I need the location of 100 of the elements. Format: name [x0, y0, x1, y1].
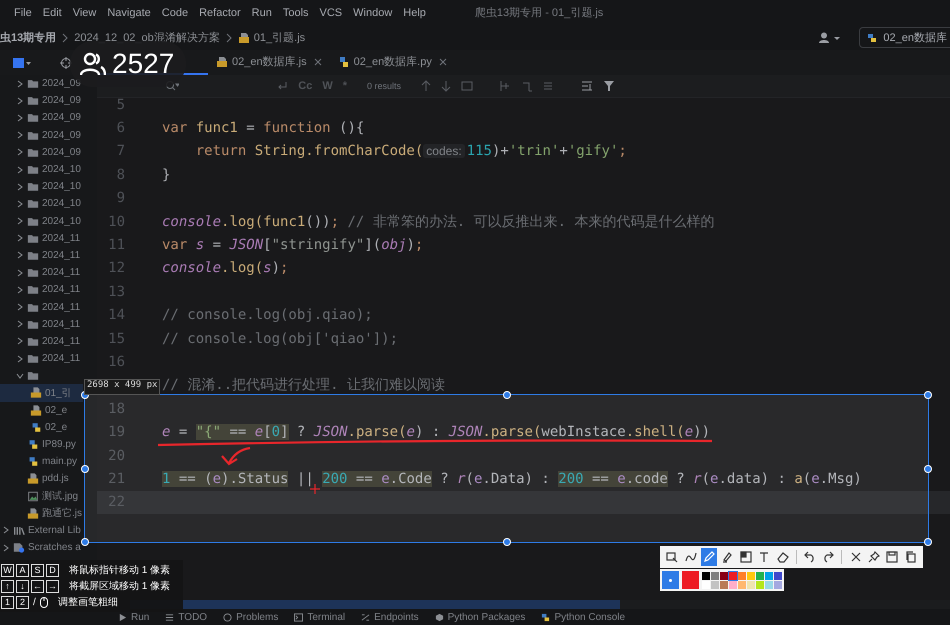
color-swatch[interactable] [747, 580, 755, 588]
color-swatch[interactable] [702, 572, 710, 580]
menu-item[interactable]: Window [353, 6, 392, 18]
chevron-icon[interactable] [16, 166, 24, 174]
tree-item[interactable]: 2024_11 [0, 264, 83, 282]
multiline-icon[interactable] [543, 80, 555, 92]
tree-item[interactable]: 跑通它.js [0, 504, 83, 522]
color-swatch[interactable] [738, 580, 746, 588]
chevron-icon[interactable] [16, 182, 24, 191]
tree-item[interactable]: External Lib [0, 522, 83, 540]
menu-item[interactable]: Run [252, 6, 272, 18]
chevron-icon[interactable] [16, 268, 24, 277]
menu-item[interactable]: View [72, 6, 96, 18]
chevron-icon[interactable] [2, 526, 10, 534]
menu-item[interactable]: Tools [282, 6, 309, 18]
menu-item[interactable]: Edit [42, 6, 62, 18]
color-swatch[interactable] [774, 580, 782, 588]
tree-item[interactable]: main.py [0, 453, 83, 470]
tool-window-button[interactable]: Problems [223, 612, 278, 622]
tool-window-button[interactable]: TODO [165, 612, 208, 622]
arrow-down-icon[interactable] [441, 80, 451, 92]
target-icon[interactable] [60, 56, 72, 68]
chevron-icon[interactable] [16, 131, 24, 140]
tree-item[interactable]: 2024_11 [0, 350, 83, 368]
tree-item[interactable]: 2024_11 [0, 246, 83, 264]
tool-window-button[interactable]: Python Packages [434, 612, 526, 622]
tool-window-button[interactable]: Python Console [541, 612, 626, 622]
color-swatch[interactable] [720, 580, 728, 588]
color-swatch[interactable] [729, 572, 737, 580]
tree-item[interactable]: IP89.py [0, 436, 83, 454]
close-icon[interactable] [438, 58, 447, 66]
chevron-icon[interactable] [16, 217, 24, 226]
color-swatch[interactable] [765, 572, 773, 580]
tree-item[interactable]: 2024_09 [0, 92, 83, 110]
editor-tab[interactable]: 02_en数据库.py [330, 50, 455, 75]
tree-item[interactable]: 2024_10 [0, 178, 83, 196]
brush-size-button[interactable] [662, 571, 679, 589]
tree-item[interactable]: 2024_11 [0, 316, 83, 333]
tree-item[interactable]: 2024_10 [0, 195, 83, 212]
tree-item[interactable]: 测试.jpg [0, 488, 83, 505]
color-swatch[interactable] [765, 580, 773, 588]
breadcrumb[interactable]: 2024_12_02_ob混淆解决方案 [74, 30, 220, 45]
chevron-icon[interactable] [16, 286, 24, 294]
color-swatch[interactable] [702, 580, 710, 588]
chevron-icon[interactable] [16, 251, 24, 260]
tree-item[interactable]: 2024_09 [0, 109, 83, 127]
arrow-up-icon[interactable] [421, 80, 431, 92]
tool-window-button[interactable]: Terminal [294, 612, 346, 622]
tree-item[interactable]: 02_e [0, 402, 83, 419]
tree-item[interactable]: 02_e [0, 418, 83, 436]
tree-item[interactable]: 01_引 [0, 384, 83, 402]
tree-item[interactable]: 2024_10 [0, 212, 83, 230]
tree-item[interactable]: 2024_11 [0, 332, 83, 350]
menu-item[interactable]: Navigate [107, 6, 151, 18]
tree-item[interactable]: 2024_11 [0, 230, 83, 247]
menu-item[interactable]: VCS [320, 6, 342, 18]
chevron-icon[interactable] [16, 320, 24, 328]
current-color-swatch[interactable] [682, 571, 699, 589]
selection-frame[interactable] [84, 394, 929, 543]
chevron-icon[interactable] [16, 114, 24, 122]
menu-item[interactable]: Refactor [199, 6, 241, 18]
chevron-icon[interactable] [16, 354, 24, 363]
chevron-icon[interactable] [16, 148, 24, 156]
chevron-icon[interactable] [2, 544, 10, 552]
breadcrumb[interactable]: 虫13期专用 [0, 30, 56, 45]
project-view-icon[interactable] [12, 56, 32, 68]
color-swatch[interactable] [774, 572, 782, 580]
user-icon[interactable] [819, 32, 842, 44]
menu-item[interactable]: File [14, 6, 32, 18]
newline-icon[interactable] [276, 80, 288, 92]
color-swatch[interactable] [738, 572, 746, 580]
format-icon[interactable] [581, 80, 593, 92]
chevron-icon[interactable] [16, 372, 24, 380]
chevron-icon[interactable] [16, 80, 24, 88]
color-swatch[interactable] [711, 572, 719, 580]
chevron-icon[interactable] [16, 337, 24, 346]
tree-item[interactable]: 2024_09 [0, 126, 83, 144]
tree-item[interactable]: 2024_11 [0, 298, 83, 316]
chevron-icon[interactable] [16, 96, 24, 105]
editor-tab[interactable]: 02_en数据库.js [208, 50, 330, 75]
breadcrumb[interactable]: 01_引题.js [238, 30, 306, 45]
tool-window-button[interactable]: Run [118, 612, 150, 622]
color-swatch[interactable] [747, 572, 755, 580]
chevron-icon[interactable] [16, 200, 24, 208]
run-configuration[interactable]: 02_en数据库 [859, 27, 950, 48]
tree-item[interactable]: pdd.js [0, 470, 83, 488]
filter-icon[interactable] [603, 80, 615, 92]
color-swatch[interactable] [720, 572, 728, 580]
color-swatch[interactable] [711, 580, 719, 588]
close-icon[interactable] [314, 58, 322, 66]
chevron-icon[interactable] [16, 234, 24, 242]
tree-item[interactable]: 2024_11 [0, 281, 83, 298]
tree-item[interactable]: 2024_09 [0, 144, 83, 161]
menu-item[interactable]: Help [403, 6, 426, 18]
chevron-icon[interactable] [16, 303, 24, 312]
tree-item[interactable]: 2024_10 [0, 160, 83, 178]
color-swatch[interactable] [756, 580, 764, 588]
color-swatch[interactable] [756, 572, 764, 580]
menu-item[interactable]: Code [162, 6, 188, 18]
tool-window-button[interactable]: Endpoints [361, 612, 419, 622]
